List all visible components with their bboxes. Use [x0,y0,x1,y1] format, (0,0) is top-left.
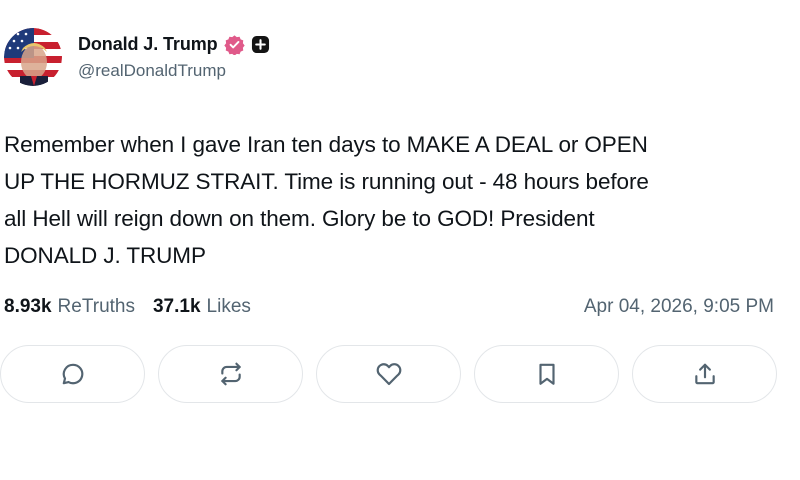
retruths-count: 8.93k [4,296,52,317]
comment-icon [60,361,86,387]
author-handle[interactable]: @realDonaldTrump [78,61,270,81]
post-text: Remember when I gave Iran ten days to MA… [4,132,649,268]
share-button[interactable] [632,345,777,403]
retruth-button[interactable] [158,345,303,403]
repost-icon [218,361,244,387]
share-icon [692,361,718,387]
retruths-stat[interactable]: 8.93k ReTruths [4,296,135,318]
plus-badge-icon [251,35,270,54]
post-header: Donald J. Trump @realDonaldTrump [4,28,270,86]
heart-icon [376,361,402,387]
post-timestamp: Apr 04, 2026, 9:05 PM [583,296,774,317]
bookmark-icon [534,361,560,387]
stats-row: 8.93k ReTruths 37.1k Likes Apr 04, 2026,… [4,296,774,318]
name-row: Donald J. Trump [78,34,270,55]
likes-stat[interactable]: 37.1k Likes [153,296,251,318]
action-bar [0,345,780,403]
like-button[interactable] [316,345,461,403]
likes-label: Likes [206,296,251,317]
author-names: Donald J. Trump @realDonaldTrump [78,34,270,81]
post-card: Donald J. Trump @realDonaldTrump Remembe… [0,0,800,480]
engagement-stats: 8.93k ReTruths 37.1k Likes [4,296,251,318]
retruths-label: ReTruths [57,296,135,317]
display-name[interactable]: Donald J. Trump [78,34,218,55]
avatar[interactable] [4,28,62,86]
bookmark-button[interactable] [474,345,619,403]
verified-badge-icon [223,34,245,55]
likes-count: 37.1k [152,296,201,317]
reply-button[interactable] [0,345,145,403]
